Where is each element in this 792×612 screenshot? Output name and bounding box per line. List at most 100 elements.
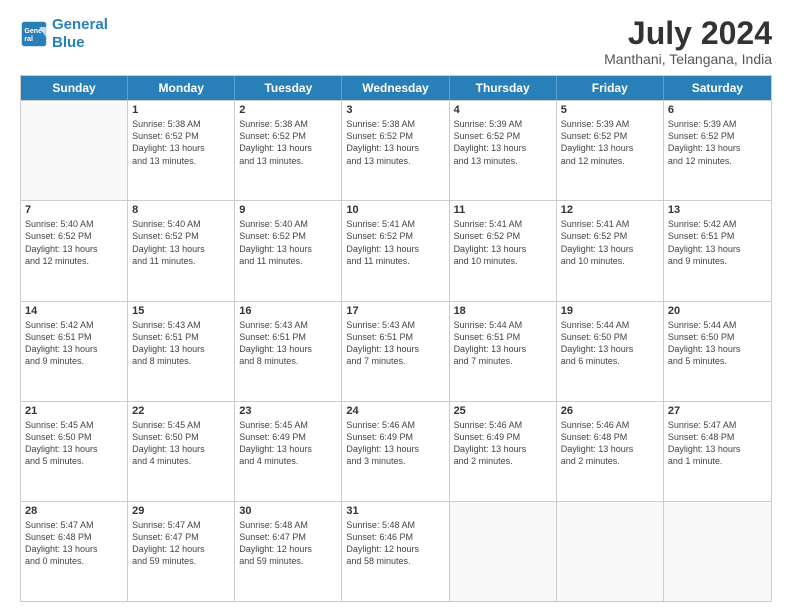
calendar-cell: 13 Sunrise: 5:42 AM Sunset: 6:51 PM Dayli… (664, 201, 771, 300)
cell-info: Sunrise: 5:40 AM Sunset: 6:52 PM Dayligh… (239, 218, 337, 267)
day-number: 28 (25, 505, 123, 517)
header: Gene- ral General Blue July 2024 Manthan… (20, 16, 772, 67)
calendar-cell (557, 502, 664, 601)
calendar-cell: 22 Sunrise: 5:45 AM Sunset: 6:50 PM Dayli… (128, 402, 235, 501)
calendar-cell: 21Sunrise: 5:45 AM Sunset: 6:50 PM Dayli… (21, 402, 128, 501)
day-number: 12 (561, 204, 659, 216)
cell-info: Sunrise: 5:46 AM Sunset: 6:49 PM Dayligh… (346, 419, 444, 468)
day-number: 30 (239, 505, 337, 517)
calendar-cell (21, 101, 128, 200)
day-number: 16 (239, 305, 337, 317)
calendar-cell (450, 502, 557, 601)
day-number: 1 (132, 104, 230, 116)
day-number: 29 (132, 505, 230, 517)
calendar-cell: 12 Sunrise: 5:41 AM Sunset: 6:52 PM Dayli… (557, 201, 664, 300)
day-number: 26 (561, 405, 659, 417)
day-number: 10 (346, 204, 444, 216)
cell-info: Sunrise: 5:43 AM Sunset: 6:51 PM Dayligh… (239, 319, 337, 368)
cell-info: Sunrise: 5:39 AM Sunset: 6:52 PM Dayligh… (668, 118, 767, 167)
calendar: SundayMondayTuesdayWednesdayThursdayFrid… (20, 75, 772, 602)
cell-info: Sunrise: 5:42 AM Sunset: 6:51 PM Dayligh… (25, 319, 123, 368)
cell-info: Sunrise: 5:39 AM Sunset: 6:52 PM Dayligh… (454, 118, 552, 167)
day-number: 11 (454, 204, 552, 216)
cell-info: Sunrise: 5:48 AM Sunset: 6:47 PM Dayligh… (239, 519, 337, 568)
day-number: 18 (454, 305, 552, 317)
day-number: 22 (132, 405, 230, 417)
calendar-cell: 26Sunrise: 5:46 AM Sunset: 6:48 PM Dayli… (557, 402, 664, 501)
calendar-body: 1 Sunrise: 5:38 AM Sunset: 6:52 PM Daylig… (21, 100, 771, 601)
calendar-row-3: 14 Sunrise: 5:42 AM Sunset: 6:51 PM Dayli… (21, 301, 771, 401)
cell-info: Sunrise: 5:47 AM Sunset: 6:48 PM Dayligh… (25, 519, 123, 568)
calendar-cell: 14 Sunrise: 5:42 AM Sunset: 6:51 PM Dayli… (21, 302, 128, 401)
header-day-thursday: Thursday (450, 76, 557, 100)
day-number: 19 (561, 305, 659, 317)
day-number: 4 (454, 104, 552, 116)
calendar-cell: 8 Sunrise: 5:40 AM Sunset: 6:52 PM Daylig… (128, 201, 235, 300)
calendar-row-5: 28 Sunrise: 5:47 AM Sunset: 6:48 PM Dayli… (21, 501, 771, 601)
calendar-cell: 25Sunrise: 5:46 AM Sunset: 6:49 PM Dayli… (450, 402, 557, 501)
cell-info: Sunrise: 5:38 AM Sunset: 6:52 PM Dayligh… (346, 118, 444, 167)
header-day-sunday: Sunday (21, 76, 128, 100)
calendar-cell: 6 Sunrise: 5:39 AM Sunset: 6:52 PM Daylig… (664, 101, 771, 200)
calendar-cell: 2Sunrise: 5:38 AM Sunset: 6:52 PM Daylig… (235, 101, 342, 200)
header-day-monday: Monday (128, 76, 235, 100)
cell-info: Sunrise: 5:45 AM Sunset: 6:50 PM Dayligh… (132, 419, 230, 468)
calendar-cell: 20 Sunrise: 5:44 AM Sunset: 6:50 PM Dayli… (664, 302, 771, 401)
logo: Gene- ral General Blue (20, 16, 108, 52)
calendar-cell: 18 Sunrise: 5:44 AM Sunset: 6:51 PM Dayli… (450, 302, 557, 401)
main-title: July 2024 (604, 16, 772, 51)
day-number: 20 (668, 305, 767, 317)
logo-text-line1: General (52, 16, 108, 34)
cell-info: Sunrise: 5:38 AM Sunset: 6:52 PM Dayligh… (132, 118, 230, 167)
page: Gene- ral General Blue July 2024 Manthan… (0, 0, 792, 612)
calendar-cell: 9Sunrise: 5:40 AM Sunset: 6:52 PM Daylig… (235, 201, 342, 300)
calendar-cell: 31Sunrise: 5:48 AM Sunset: 6:46 PM Dayli… (342, 502, 449, 601)
day-number: 14 (25, 305, 123, 317)
cell-info: Sunrise: 5:44 AM Sunset: 6:51 PM Dayligh… (454, 319, 552, 368)
cell-info: Sunrise: 5:43 AM Sunset: 6:51 PM Dayligh… (346, 319, 444, 368)
cell-info: Sunrise: 5:43 AM Sunset: 6:51 PM Dayligh… (132, 319, 230, 368)
day-number: 17 (346, 305, 444, 317)
calendar-cell: 27Sunrise: 5:47 AM Sunset: 6:48 PM Dayli… (664, 402, 771, 501)
calendar-cell: 28 Sunrise: 5:47 AM Sunset: 6:48 PM Dayli… (21, 502, 128, 601)
cell-info: Sunrise: 5:40 AM Sunset: 6:52 PM Dayligh… (132, 218, 230, 267)
cell-info: Sunrise: 5:47 AM Sunset: 6:48 PM Dayligh… (668, 419, 767, 468)
calendar-cell: 3 Sunrise: 5:38 AM Sunset: 6:52 PM Daylig… (342, 101, 449, 200)
subtitle: Manthani, Telangana, India (604, 51, 772, 67)
calendar-cell: 23Sunrise: 5:45 AM Sunset: 6:49 PM Dayli… (235, 402, 342, 501)
day-number: 2 (239, 104, 337, 116)
header-day-wednesday: Wednesday (342, 76, 449, 100)
calendar-row-4: 21Sunrise: 5:45 AM Sunset: 6:50 PM Dayli… (21, 401, 771, 501)
day-number: 6 (668, 104, 767, 116)
logo-text-line2: Blue (52, 34, 108, 52)
cell-info: Sunrise: 5:41 AM Sunset: 6:52 PM Dayligh… (454, 218, 552, 267)
day-number: 31 (346, 505, 444, 517)
day-number: 7 (25, 204, 123, 216)
calendar-cell: 1 Sunrise: 5:38 AM Sunset: 6:52 PM Daylig… (128, 101, 235, 200)
day-number: 3 (346, 104, 444, 116)
calendar-cell: 10Sunrise: 5:41 AM Sunset: 6:52 PM Dayli… (342, 201, 449, 300)
cell-info: Sunrise: 5:44 AM Sunset: 6:50 PM Dayligh… (668, 319, 767, 368)
header-day-saturday: Saturday (664, 76, 771, 100)
day-number: 5 (561, 104, 659, 116)
header-day-friday: Friday (557, 76, 664, 100)
cell-info: Sunrise: 5:41 AM Sunset: 6:52 PM Dayligh… (561, 218, 659, 267)
calendar-row-2: 7 Sunrise: 5:40 AM Sunset: 6:52 PM Daylig… (21, 200, 771, 300)
day-number: 8 (132, 204, 230, 216)
calendar-header: SundayMondayTuesdayWednesdayThursdayFrid… (21, 76, 771, 100)
calendar-cell: 24 Sunrise: 5:46 AM Sunset: 6:49 PM Dayli… (342, 402, 449, 501)
day-number: 13 (668, 204, 767, 216)
day-number: 24 (346, 405, 444, 417)
calendar-cell: 16 Sunrise: 5:43 AM Sunset: 6:51 PM Dayli… (235, 302, 342, 401)
calendar-cell: 15Sunrise: 5:43 AM Sunset: 6:51 PM Dayli… (128, 302, 235, 401)
day-number: 25 (454, 405, 552, 417)
calendar-cell: 7Sunrise: 5:40 AM Sunset: 6:52 PM Daylig… (21, 201, 128, 300)
cell-info: Sunrise: 5:42 AM Sunset: 6:51 PM Dayligh… (668, 218, 767, 267)
header-day-tuesday: Tuesday (235, 76, 342, 100)
calendar-cell: 17 Sunrise: 5:43 AM Sunset: 6:51 PM Dayli… (342, 302, 449, 401)
calendar-cell: 19 Sunrise: 5:44 AM Sunset: 6:50 PM Dayli… (557, 302, 664, 401)
calendar-cell: 29Sunrise: 5:47 AM Sunset: 6:47 PM Dayli… (128, 502, 235, 601)
calendar-cell (664, 502, 771, 601)
cell-info: Sunrise: 5:44 AM Sunset: 6:50 PM Dayligh… (561, 319, 659, 368)
calendar-cell: 5Sunrise: 5:39 AM Sunset: 6:52 PM Daylig… (557, 101, 664, 200)
